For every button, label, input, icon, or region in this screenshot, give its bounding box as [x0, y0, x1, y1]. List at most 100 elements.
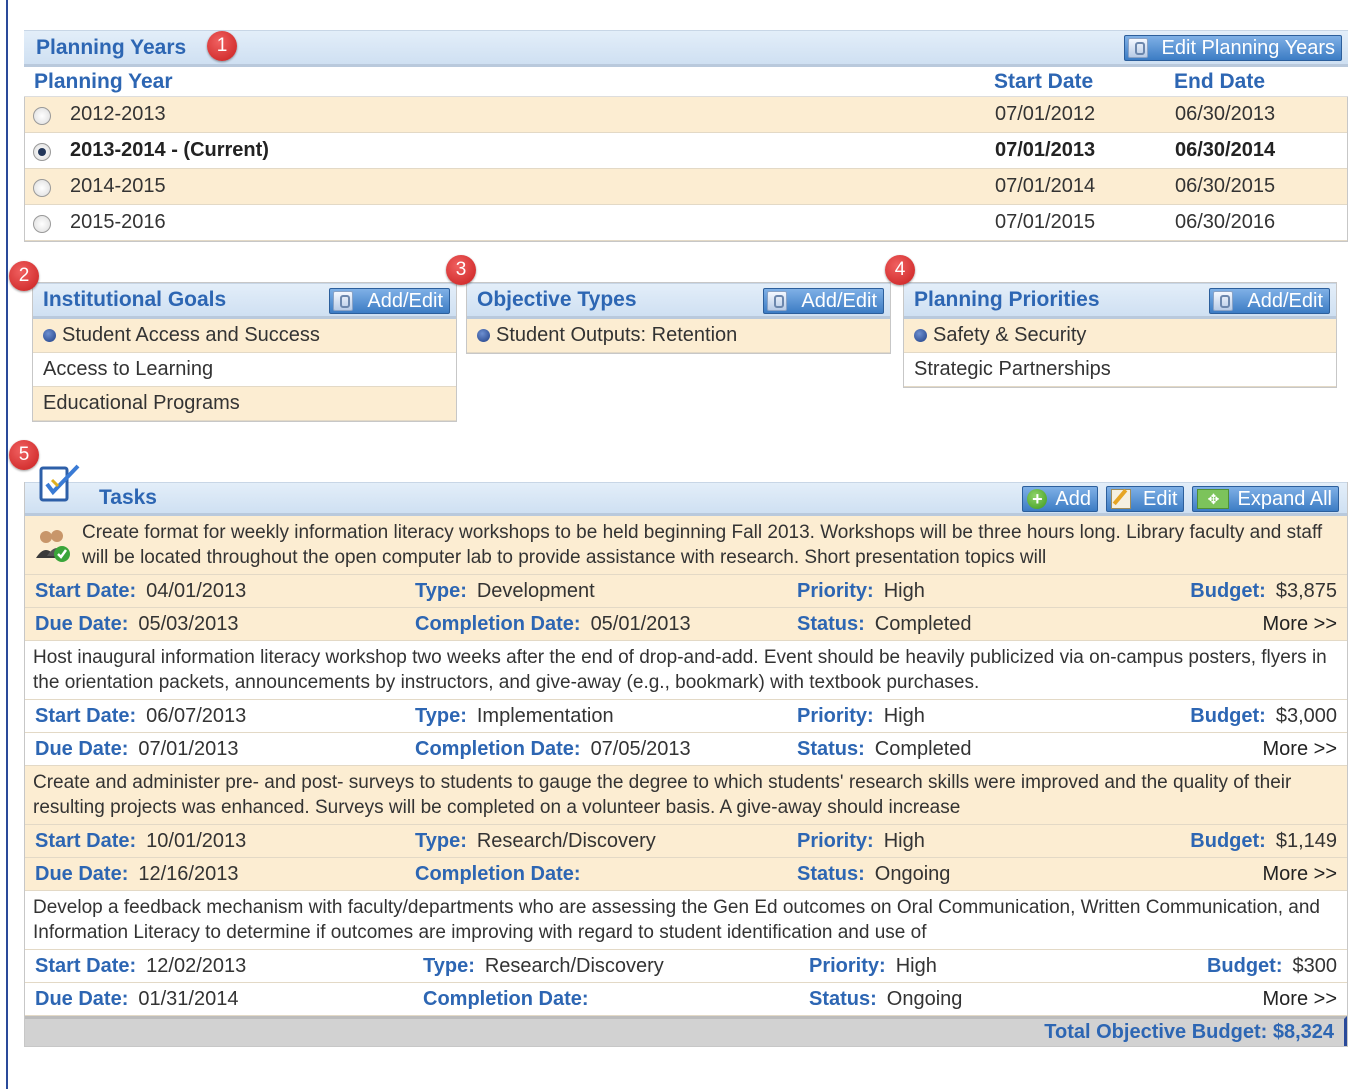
planning-year-label: 2012-2013 — [70, 103, 166, 125]
planning-years-panel: Planning Years Edit Planning Years Plann… — [24, 30, 1348, 242]
task-type: Type: Research/Discovery — [423, 955, 664, 977]
selected-bullet-icon — [43, 329, 56, 342]
planning-year-radio[interactable] — [33, 215, 51, 233]
step-badge-3: 3 — [446, 255, 476, 285]
task-completion-date: Completion Date: — [423, 988, 589, 1010]
planning-year-row[interactable]: 2013-2014 - (Current) 07/01/2013 06/30/201… — [25, 133, 1347, 169]
task-details-row: Start Date: 10/01/2013 Type: Research/Disco… — [25, 825, 1347, 858]
task-description-text: Create and administer pre- and post- sur… — [33, 772, 1292, 818]
task-priority: Priority: High — [797, 830, 925, 852]
planning-priority-item[interactable]: Safety & Security — [904, 319, 1336, 353]
planning-years-title: Planning Years — [36, 35, 187, 59]
institutional-goals-add-edit-button[interactable]: Add/Edit — [329, 288, 450, 314]
expand-arrows-icon: ✥ — [1197, 489, 1230, 509]
task-due-date: Due Date: 01/31/2014 — [35, 988, 239, 1010]
task-budget: Budget: $3,000 — [1190, 705, 1337, 727]
more-link[interactable]: More >> — [1263, 863, 1337, 886]
edit-planning-years-label: Edit Planning Years — [1161, 36, 1335, 59]
task-status-row: Due Date: 07/01/2013 Completion Date: 07/05… — [25, 733, 1347, 766]
planning-year-radio[interactable] — [33, 179, 51, 197]
total-budget-bar: Total Objective Budget: $8,324 — [25, 1016, 1347, 1046]
planning-priority-item[interactable]: Strategic Partnerships — [904, 353, 1336, 387]
institutional-goals-title: Institutional Goals — [43, 288, 227, 311]
task-description: Create format for weekly information lit… — [25, 516, 1347, 575]
institutional-goal-item[interactable]: Student Access and Success — [33, 319, 456, 353]
planning-year-row[interactable]: 2015-2016 07/01/2015 06/30/2016 — [25, 205, 1347, 241]
task-type: Type: Research/Discovery — [415, 830, 656, 852]
institutional-goal-item-label: Educational Programs — [43, 392, 240, 414]
task-add-button[interactable]: + Add — [1022, 486, 1099, 512]
task-status-row: Due Date: 05/03/2013 Completion Date: 05/01… — [25, 608, 1347, 641]
task-edit-button[interactable]: Edit — [1106, 486, 1185, 512]
planning-year-label: 2014-2015 — [70, 175, 166, 197]
task-priority: Priority: High — [809, 955, 937, 977]
mouse-icon — [767, 291, 788, 311]
task-details-row: Start Date: 12/02/2013 Type: Research/Disco… — [25, 950, 1347, 983]
add-edit-label: Add/Edit — [367, 289, 443, 312]
institutional-goal-item[interactable]: Educational Programs — [33, 387, 456, 421]
task-budget: Budget: $3,875 — [1190, 580, 1337, 602]
task-add-label: Add — [1055, 487, 1092, 510]
edit-planning-years-button[interactable]: Edit Planning Years — [1123, 35, 1342, 61]
edit-document-icon — [1111, 488, 1132, 509]
planning-year-radio[interactable] — [33, 107, 51, 125]
selected-bullet-icon — [914, 329, 927, 342]
task-priority: Priority: High — [797, 580, 925, 602]
task-type: Type: Development — [415, 580, 595, 602]
task-details-row: Start Date: 04/01/2013 Type: Development Pri… — [25, 575, 1347, 608]
task-start-date: Start Date: 06/07/2013 — [35, 705, 247, 727]
objective-type-item-label: Student Outputs: Retention — [496, 324, 738, 346]
planning-year-row[interactable]: 2014-2015 07/01/2014 06/30/2015 — [25, 169, 1347, 205]
institutional-goal-item[interactable]: Access to Learning — [33, 353, 456, 387]
more-link[interactable]: More >> — [1263, 988, 1337, 1011]
planning-year-row[interactable]: 2012-2013 07/01/2012 06/30/2013 — [25, 97, 1347, 133]
planning-year-label: 2015-2016 — [70, 211, 166, 233]
tasks-panel: Tasks + Add Edit ✥ Expand All Create for… — [24, 482, 1348, 1047]
institutional-goals-header: Institutional Goals Add/Edit — [33, 283, 456, 319]
planning-year-start: 07/01/2013 — [995, 139, 1096, 161]
objective-types-header: Objective Types Add/Edit — [467, 283, 890, 319]
more-link[interactable]: More >> — [1263, 738, 1337, 761]
task-due-date: Due Date: 05/03/2013 — [35, 613, 239, 635]
objective-types-panel: Objective Types Add/Edit Student Outputs… — [466, 282, 891, 354]
planning-priorities-add-edit-button[interactable]: Add/Edit — [1209, 288, 1330, 314]
col-start-date[interactable]: Start Date — [994, 70, 1093, 94]
more-link[interactable]: More >> — [1263, 613, 1337, 636]
total-objective-budget: Total Objective Budget: $8,324 — [1044, 1021, 1334, 1043]
col-end-date[interactable]: End Date — [1174, 70, 1265, 94]
task-start-date: Start Date: 04/01/2013 — [35, 580, 247, 602]
left-border — [6, 0, 8, 1089]
planning-years-column-headers: Planning Year Start Date End Date — [24, 67, 1348, 97]
planning-year-radio[interactable] — [33, 143, 51, 161]
objective-type-item[interactable]: Student Outputs: Retention — [467, 319, 890, 353]
planning-year-start: 07/01/2015 — [995, 211, 1096, 233]
planning-year-start: 07/01/2012 — [995, 103, 1096, 125]
planning-year-end: 06/30/2015 — [1175, 175, 1276, 197]
task-completion-date: Completion Date: 07/05/2013 — [415, 738, 691, 760]
task-start-date: Start Date: 10/01/2013 — [35, 830, 247, 852]
step-badge-5: 5 — [9, 440, 39, 470]
task-details-row: Start Date: 06/07/2013 Type: Implementation… — [25, 700, 1347, 733]
expand-all-button[interactable]: ✥ Expand All — [1192, 486, 1339, 512]
planning-year-label: 2013-2014 - (Current) — [70, 139, 269, 161]
planning-priorities-title: Planning Priorities — [914, 288, 1100, 311]
planning-priorities-panel: Planning Priorities Add/Edit Safety & Se… — [903, 282, 1337, 388]
task-description-text: Create format for weekly information lit… — [82, 522, 1323, 568]
task-start-date: Start Date: 12/02/2013 — [35, 955, 247, 977]
mouse-icon — [333, 291, 354, 311]
task-status-row: Due Date: 12/16/2013 Completion Date: Statu… — [25, 858, 1347, 891]
institutional-goal-item-label: Access to Learning — [43, 358, 214, 380]
task-type: Type: Implementation — [415, 705, 614, 727]
objective-types-add-edit-button[interactable]: Add/Edit — [763, 288, 884, 314]
planning-priority-item-label: Strategic Partnerships — [914, 358, 1111, 380]
task-status: Status: Ongoing — [797, 863, 951, 885]
task-priority: Priority: High — [797, 705, 925, 727]
mouse-icon — [1127, 38, 1148, 58]
clipboard-check-icon — [38, 462, 82, 508]
plus-icon: + — [1027, 489, 1048, 509]
tasks-header: Tasks + Add Edit ✥ Expand All — [25, 482, 1347, 516]
tasks-title: Tasks — [99, 486, 157, 509]
col-planning-year[interactable]: Planning Year — [34, 70, 173, 94]
task-due-date: Due Date: 07/01/2013 — [35, 738, 239, 760]
selected-bullet-icon — [477, 329, 490, 342]
